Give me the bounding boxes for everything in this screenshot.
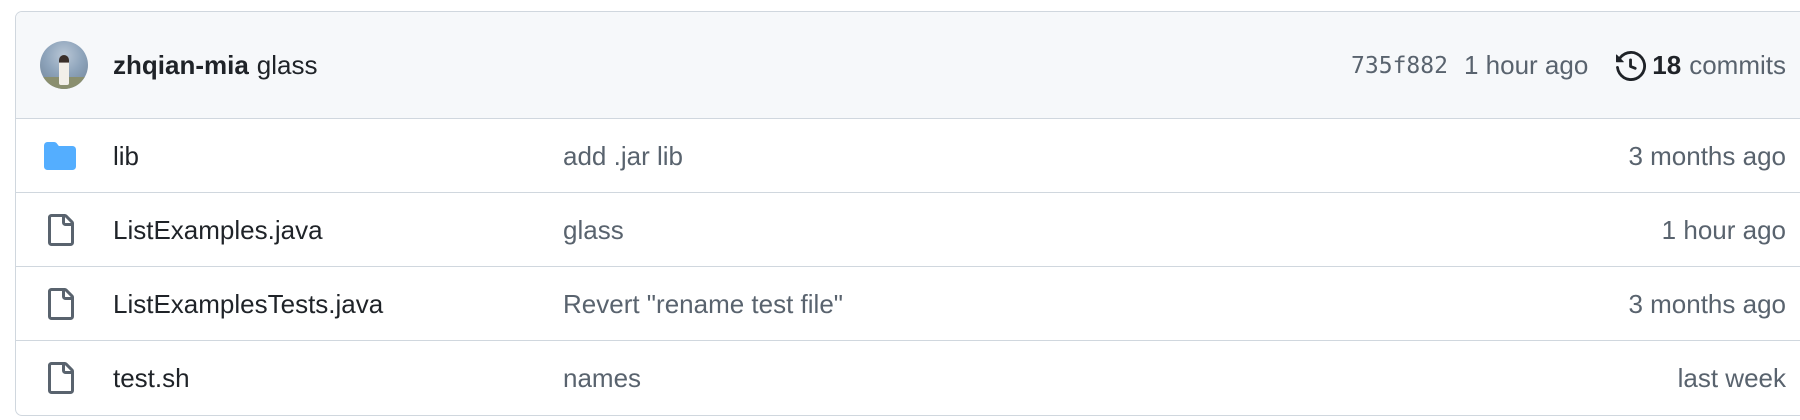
file-icon xyxy=(48,362,74,394)
file-commit-message[interactable]: names xyxy=(563,341,641,415)
commit-message[interactable]: glass xyxy=(257,50,318,81)
latest-commit-header: zhqian-mia glass 735f882 1 hour ago 18 c… xyxy=(16,12,1800,119)
folder-icon xyxy=(44,142,76,170)
commit-sha[interactable]: 735f882 xyxy=(1351,53,1448,79)
file-name[interactable]: lib xyxy=(113,119,139,193)
file-commit-message[interactable]: glass xyxy=(563,193,624,267)
commit-author-line: zhqian-mia glass xyxy=(113,12,318,119)
commits-link[interactable]: commits xyxy=(1689,50,1786,81)
file-name[interactable]: ListExamples.java xyxy=(113,193,323,267)
file-commit-age: 3 months ago xyxy=(1628,289,1786,319)
file-row-lib[interactable]: lib add .jar lib 3 months ago xyxy=(16,119,1800,193)
file-name[interactable]: ListExamplesTests.java xyxy=(113,267,383,341)
file-row-listexamples-java[interactable]: ListExamples.java glass 1 hour ago xyxy=(16,193,1800,267)
avatar[interactable] xyxy=(40,41,88,89)
commit-author[interactable]: zhqian-mia xyxy=(113,50,249,81)
commit-meta: 735f882 1 hour ago 18 commits xyxy=(1351,12,1786,119)
file-commit-age: 1 hour ago xyxy=(1661,215,1786,245)
file-commit-age: 3 months ago xyxy=(1628,141,1786,171)
commit-count[interactable]: 18 xyxy=(1652,50,1681,81)
file-name[interactable]: test.sh xyxy=(113,341,190,415)
history-icon xyxy=(1616,50,1647,81)
file-icon xyxy=(48,214,74,246)
file-row-test-sh[interactable]: test.sh names last week xyxy=(16,341,1800,415)
commit-time[interactable]: 1 hour ago xyxy=(1464,50,1588,81)
file-icon xyxy=(48,288,74,320)
file-commit-age: last week xyxy=(1677,363,1786,393)
file-commit-message[interactable]: Revert "rename test file" xyxy=(563,267,843,341)
file-browser: zhqian-mia glass 735f882 1 hour ago 18 c… xyxy=(15,11,1800,416)
file-commit-message[interactable]: add .jar lib xyxy=(563,119,683,193)
file-row-listexamplestests-java[interactable]: ListExamplesTests.java Revert "rename te… xyxy=(16,267,1800,341)
